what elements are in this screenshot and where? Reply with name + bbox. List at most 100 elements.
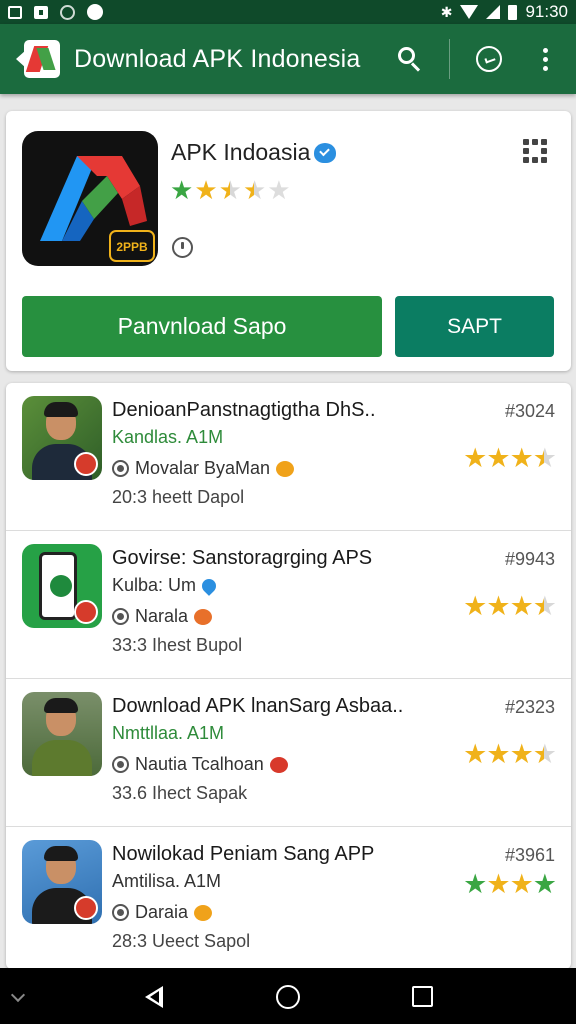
badge-icon bbox=[74, 896, 98, 920]
featured-app-card: 2PPB APK Indoasia ★ ★ ★ ★ ★ Panvnload Sa… bbox=[6, 111, 571, 371]
app-thumbnail bbox=[22, 692, 102, 776]
app-title: Download APK lnanSarg Asbaa.. bbox=[112, 695, 404, 717]
app-bar: Download APK Indonesia bbox=[0, 24, 576, 94]
star-icon: ★ bbox=[509, 739, 534, 769]
app-subtitle: Kulba: Um bbox=[112, 575, 219, 596]
emoji-icon bbox=[276, 460, 295, 477]
app-subtitle-text: Amtilisa. A1M bbox=[112, 871, 222, 891]
info-icon[interactable] bbox=[172, 237, 193, 258]
emoji-icon bbox=[269, 756, 288, 773]
globe-icon bbox=[60, 4, 75, 20]
list-item[interactable]: Download APK lnanSarg Asbaa.. #2323 Nmtt… bbox=[6, 679, 571, 827]
app-title: Download APK Indonesia bbox=[74, 44, 361, 73]
app-subtitle-text: Kandlas. A1M bbox=[112, 427, 224, 447]
app-subtitle: Nmttllaa. A1M bbox=[112, 723, 224, 744]
star-icon: ★ bbox=[509, 591, 534, 621]
developer-name: Narala bbox=[135, 606, 189, 626]
star-icon: ★ bbox=[486, 869, 510, 899]
more-vert-icon[interactable] bbox=[542, 47, 548, 71]
star-half-icon: ★ bbox=[532, 739, 557, 769]
record-icon bbox=[87, 4, 103, 20]
star-half-icon: ★ bbox=[242, 175, 266, 205]
star-half-icon: ★ bbox=[532, 591, 557, 621]
app-title: DenioanPanstnagtigtha DhS.. bbox=[112, 399, 376, 421]
developer-icon bbox=[112, 460, 129, 477]
star-icon: ★ bbox=[532, 869, 557, 899]
star-icon: ★ bbox=[194, 175, 217, 205]
app-subtitle: Kandlas. A1M bbox=[112, 427, 223, 448]
app-title: Govirse: Sanstoragrging APS bbox=[112, 547, 373, 569]
list-item[interactable]: DenioanPanstnagtigtha DhS.. #3024 Kandla… bbox=[6, 383, 571, 531]
app-developer: Daraia bbox=[112, 902, 213, 923]
divider bbox=[449, 39, 450, 79]
grid-icon[interactable] bbox=[523, 139, 549, 163]
star-icon: ★ bbox=[463, 869, 487, 899]
app-subtitle: Amtilisa. A1M bbox=[112, 871, 221, 892]
developer-icon bbox=[112, 608, 129, 625]
app-developer: Nautia Tcalhoan bbox=[112, 754, 288, 775]
drop-icon bbox=[199, 575, 219, 596]
status-system: ✱ 91:30 bbox=[441, 2, 568, 22]
app-size: 33.6 Ihect Sapak bbox=[112, 783, 248, 803]
star-half-icon: ★ bbox=[532, 443, 557, 473]
developer-icon bbox=[112, 756, 129, 773]
app-subtitle-text: Nmttllaa. A1M bbox=[112, 723, 225, 743]
app-list: DenioanPanstnagtigtha DhS.. #3024 Kandla… bbox=[6, 383, 571, 969]
star-icon: ★ bbox=[463, 443, 487, 473]
home-icon[interactable] bbox=[276, 985, 300, 1009]
star-icon: ★ bbox=[463, 739, 487, 769]
star-half-icon: ★ bbox=[218, 175, 242, 205]
app-rank: #2323 bbox=[504, 697, 555, 717]
app-rating: ★ ★ ★ ★ bbox=[463, 443, 557, 474]
star-icon: ★ bbox=[463, 591, 487, 621]
app-developer: Narala bbox=[112, 606, 213, 627]
app-thumbnail bbox=[22, 840, 102, 924]
status-notifications bbox=[8, 4, 103, 20]
list-item[interactable]: Nowilokad Peniam Sang APP #3961 Amtilisa… bbox=[6, 827, 571, 969]
battery-icon bbox=[508, 4, 518, 20]
app-size: 20:3 heett Dapol bbox=[112, 487, 245, 507]
developer-name: Nautia Tcalhoan bbox=[135, 754, 264, 774]
app-rating: ★ ★ ★ ★ bbox=[463, 591, 557, 622]
chat-icon[interactable] bbox=[476, 46, 502, 72]
clock: 91:30 bbox=[525, 2, 568, 21]
logo-icon bbox=[24, 40, 60, 78]
app-title: Nowilokad Peniam Sang APP bbox=[112, 843, 375, 865]
verified-icon bbox=[314, 142, 337, 163]
star-icon: ★ bbox=[509, 869, 534, 899]
app-logo[interactable] bbox=[16, 38, 64, 80]
chevron-down-icon[interactable] bbox=[10, 987, 26, 1003]
wifi-icon bbox=[460, 5, 479, 19]
app-subtitle-text: Kulba: Um bbox=[112, 575, 197, 595]
list-item[interactable]: Govirse: Sanstoragrging APS #9943 Kulba:… bbox=[6, 531, 571, 679]
app-rating: ★ ★ ★ ★ bbox=[463, 739, 557, 770]
star-icon: ★ bbox=[170, 175, 193, 205]
developer-name: Daraia bbox=[135, 902, 189, 922]
star-icon: ★ bbox=[509, 443, 534, 473]
star-empty-icon: ★ bbox=[267, 175, 290, 205]
app-thumbnail bbox=[22, 396, 102, 480]
developer-icon bbox=[112, 904, 129, 921]
badge-icon bbox=[74, 600, 98, 624]
app-rank: #3961 bbox=[504, 845, 555, 865]
recents-icon[interactable] bbox=[412, 986, 433, 1007]
bluetooth-icon: ✱ bbox=[440, 3, 453, 20]
cell-signal-icon bbox=[486, 5, 501, 19]
emoji-icon bbox=[194, 904, 213, 921]
emoji-icon bbox=[194, 608, 213, 625]
featured-app-name-row: APK Indoasia bbox=[171, 139, 337, 166]
save-button[interactable]: SAPT bbox=[395, 296, 554, 357]
search-icon[interactable] bbox=[397, 46, 423, 72]
star-icon: ★ bbox=[486, 739, 510, 769]
star-icon: ★ bbox=[486, 443, 510, 473]
featured-app-icon[interactable]: 2PPB bbox=[22, 131, 158, 266]
badge-icon bbox=[74, 452, 98, 476]
app-thumbnail bbox=[22, 544, 102, 628]
status-bar: ✱ 91:30 bbox=[0, 0, 576, 24]
featured-app-name: APK Indoasia bbox=[171, 139, 311, 165]
back-icon-inner bbox=[150, 991, 159, 1003]
download-button[interactable]: Panvnload Sapo bbox=[22, 296, 382, 357]
sim-icon bbox=[34, 5, 48, 19]
featured-app-rating: ★ ★ ★ ★ ★ bbox=[170, 175, 291, 206]
phone-icon bbox=[39, 552, 77, 620]
